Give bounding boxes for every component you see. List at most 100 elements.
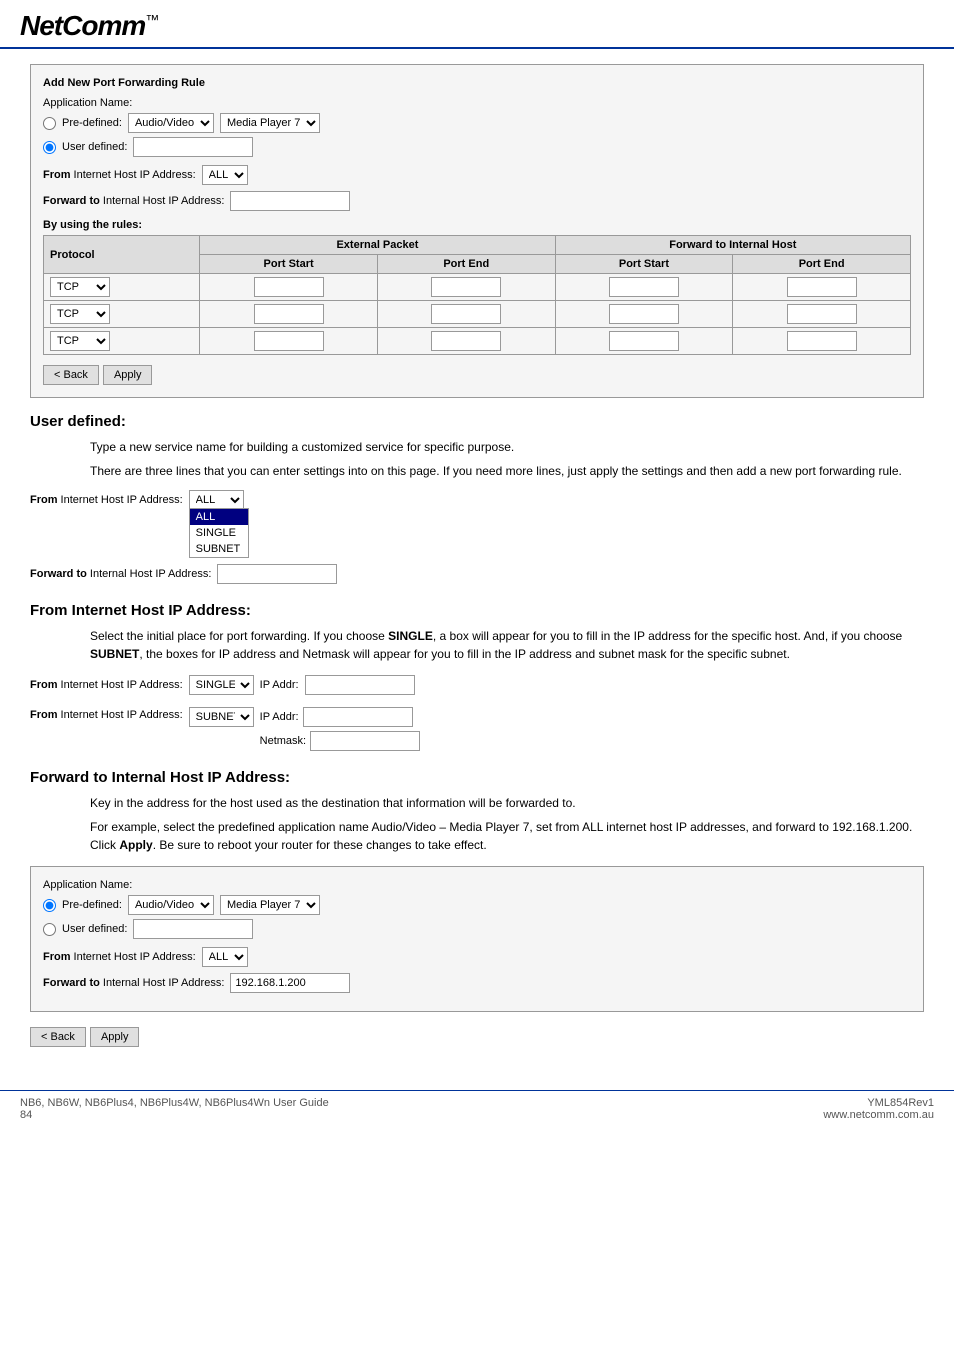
int-start-1[interactable] bbox=[609, 277, 679, 297]
subnet-netmask-row: Netmask: bbox=[260, 731, 420, 751]
bottom-forward-ip-label: Forward to Internal Host IP Address: bbox=[43, 977, 224, 989]
user-defined-section: User defined: Type a new service name fo… bbox=[30, 413, 924, 584]
from-ip-select[interactable]: ALL bbox=[202, 165, 248, 185]
back-button-top[interactable]: < Back bbox=[43, 365, 99, 385]
subnet-ipaddr-input[interactable] bbox=[303, 707, 413, 727]
single-from-label: From Internet Host IP Address: bbox=[30, 679, 183, 691]
bottom-predefined-cat-select[interactable]: Audio/Video bbox=[128, 895, 214, 915]
forward-to-para2: For example, select the predefined appli… bbox=[90, 818, 924, 854]
user-defined-forward-input[interactable] bbox=[217, 564, 337, 584]
subnet-netmask-label: Netmask: bbox=[260, 735, 306, 747]
logo-tm: ™ bbox=[145, 12, 158, 28]
ext-start-2[interactable] bbox=[254, 304, 324, 324]
int-end-1[interactable] bbox=[787, 277, 857, 297]
ext-end-1[interactable] bbox=[431, 277, 501, 297]
apply-button-bottom[interactable]: Apply bbox=[90, 1027, 140, 1047]
protocol-select-1[interactable]: TCP bbox=[50, 277, 110, 297]
single-ip-row: From Internet Host IP Address: SINGLE IP… bbox=[30, 675, 924, 695]
app-name-label: Application Name: bbox=[43, 97, 911, 109]
footer-right: YML854Rev1 www.netcomm.com.au bbox=[823, 1097, 934, 1121]
col-int-port-start: Port Start bbox=[555, 255, 733, 274]
page-footer: NB6, NB6W, NB6Plus4, NB6Plus4W, NB6Plus4… bbox=[0, 1090, 954, 1127]
col-external-packet: External Packet bbox=[200, 236, 555, 255]
user-defined-row: User defined: bbox=[43, 137, 911, 157]
bottom-predefined-radio[interactable] bbox=[43, 899, 56, 912]
protocol-select-3[interactable]: TCP bbox=[50, 331, 110, 351]
forward-ip-row: Forward to Internal Host IP Address: bbox=[43, 191, 911, 211]
subnet-row: From Internet Host IP Address: SUBNET IP… bbox=[30, 707, 924, 751]
int-start-3[interactable] bbox=[609, 331, 679, 351]
page-header: NetComm™ bbox=[0, 0, 954, 49]
from-ip-label: From Internet Host IP Address: bbox=[43, 169, 196, 181]
forward-to-section: Forward to Internal Host IP Address: Key… bbox=[30, 769, 924, 1047]
bottom-forward-ip-row: Forward to Internal Host IP Address: bbox=[43, 973, 911, 993]
dropdown-demo: ALL ALL SINGLE SUBNET bbox=[189, 490, 244, 510]
forward-ip-input[interactable] bbox=[230, 191, 350, 211]
single-ipaddr-label: IP Addr: bbox=[260, 679, 299, 691]
dd-item-all[interactable]: ALL bbox=[190, 509, 248, 525]
ext-end-3[interactable] bbox=[431, 331, 501, 351]
subnet-inputs: IP Addr: Netmask: bbox=[260, 707, 420, 751]
bottom-forward-ip-input[interactable] bbox=[230, 973, 350, 993]
bottom-app-name-label: Application Name: bbox=[43, 879, 911, 891]
predefined-row: Pre-defined: Audio/Video Media Player 7 bbox=[43, 113, 911, 133]
subnet-from-label: From Internet Host IP Address: bbox=[30, 707, 183, 721]
dd-item-subnet[interactable]: SUBNET bbox=[190, 541, 248, 557]
int-start-2[interactable] bbox=[609, 304, 679, 324]
bottom-predefined-label: Pre-defined: bbox=[62, 899, 122, 911]
from-ip-heading: From Internet Host IP Address: bbox=[30, 602, 924, 619]
logo: NetComm™ bbox=[20, 10, 934, 42]
from-ip-select-demo[interactable]: ALL bbox=[189, 490, 244, 510]
forward-to-para1: Key in the address for the host used as … bbox=[90, 794, 924, 812]
user-defined-from-label: From Internet Host IP Address: bbox=[30, 494, 183, 506]
bottom-user-defined-row: User defined: bbox=[43, 919, 911, 939]
dd-item-single[interactable]: SINGLE bbox=[190, 525, 248, 541]
bottom-user-defined-input[interactable] bbox=[133, 919, 253, 939]
from-ip-row: From Internet Host IP Address: ALL bbox=[43, 165, 911, 185]
protocol-select-2[interactable]: TCP bbox=[50, 304, 110, 324]
subnet-ipaddr-row: IP Addr: bbox=[260, 707, 420, 727]
from-ip-section: From Internet Host IP Address: Select th… bbox=[30, 602, 924, 751]
int-end-3[interactable] bbox=[787, 331, 857, 351]
user-defined-radio[interactable] bbox=[43, 141, 56, 154]
user-defined-label: User defined: bbox=[62, 141, 127, 153]
back-button-bottom[interactable]: < Back bbox=[30, 1027, 86, 1047]
single-select[interactable]: SINGLE bbox=[189, 675, 254, 695]
user-defined-forward-row: Forward to Internal Host IP Address: bbox=[30, 564, 924, 584]
forward-to-heading: Forward to Internal Host IP Address: bbox=[30, 769, 924, 786]
predefined-cat-select[interactable]: Audio/Video bbox=[128, 113, 214, 133]
predefined-radio[interactable] bbox=[43, 117, 56, 130]
subnet-netmask-input[interactable] bbox=[310, 731, 420, 751]
bottom-from-ip-label: From Internet Host IP Address: bbox=[43, 951, 196, 963]
bottom-from-ip-select[interactable]: ALL bbox=[202, 947, 248, 967]
by-rules-label: By using the rules: bbox=[43, 219, 911, 231]
ext-start-1[interactable] bbox=[254, 277, 324, 297]
bottom-example-form: Application Name: Pre-defined: Audio/Vid… bbox=[30, 866, 924, 1012]
predefined-sub-select[interactable]: Media Player 7 bbox=[220, 113, 320, 133]
user-defined-input[interactable] bbox=[133, 137, 253, 157]
bottom-user-defined-label: User defined: bbox=[62, 923, 127, 935]
forward-ip-label: Forward to Internal Host IP Address: bbox=[43, 195, 224, 207]
apply-button-top[interactable]: Apply bbox=[103, 365, 153, 385]
ext-start-3[interactable] bbox=[254, 331, 324, 351]
port-forwarding-table: Protocol External Packet Forward to Inte… bbox=[43, 235, 911, 355]
table-row: TCP bbox=[44, 274, 911, 301]
bottom-predefined-row: Pre-defined: Audio/Video Media Player 7 bbox=[43, 895, 911, 915]
bottom-form-buttons: < Back Apply bbox=[30, 1027, 924, 1047]
top-form-buttons: < Back Apply bbox=[43, 365, 911, 385]
subnet-select[interactable]: SUBNET bbox=[189, 707, 254, 727]
ext-end-2[interactable] bbox=[431, 304, 501, 324]
col-forward-internal: Forward to Internal Host bbox=[555, 236, 910, 255]
predefined-label: Pre-defined: bbox=[62, 117, 122, 129]
int-end-2[interactable] bbox=[787, 304, 857, 324]
col-ext-port-end: Port End bbox=[377, 255, 555, 274]
bottom-user-defined-radio[interactable] bbox=[43, 923, 56, 936]
user-defined-heading: User defined: bbox=[30, 413, 924, 430]
footer-left: NB6, NB6W, NB6Plus4, NB6Plus4W, NB6Plus4… bbox=[20, 1097, 329, 1121]
single-ipaddr-input[interactable] bbox=[305, 675, 415, 695]
table-row: TCP bbox=[44, 301, 911, 328]
from-ip-para1: Select the initial place for port forwar… bbox=[90, 627, 924, 663]
subnet-ipaddr-label: IP Addr: bbox=[260, 711, 299, 723]
add-port-forwarding-form: Add New Port Forwarding Rule Application… bbox=[30, 64, 924, 398]
bottom-predefined-sub-select[interactable]: Media Player 7 bbox=[220, 895, 320, 915]
